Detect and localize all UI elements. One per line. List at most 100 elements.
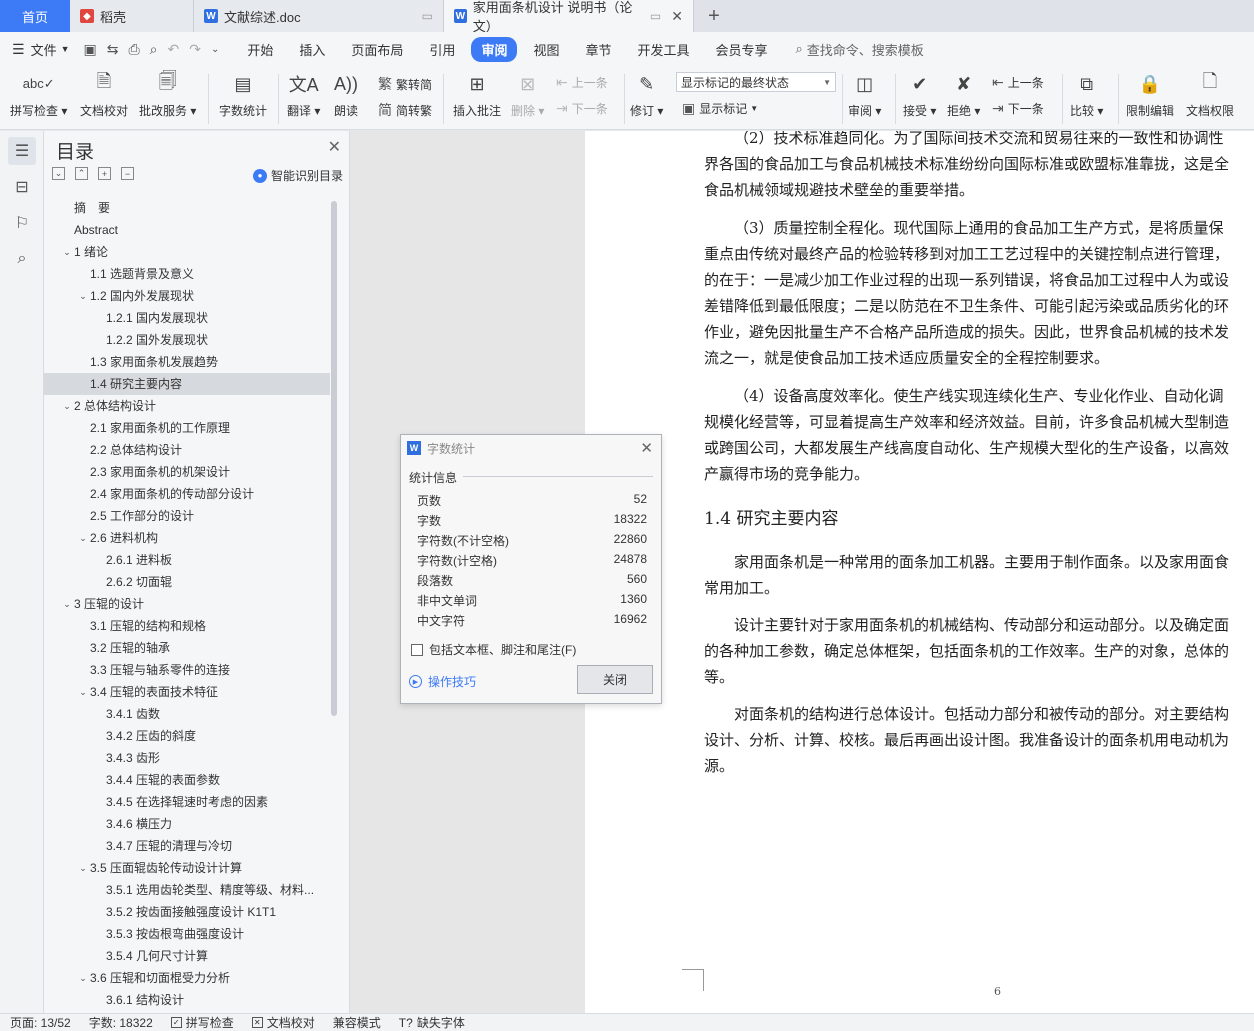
tab-doc-noodle[interactable]: W 家用面条机设计 说明书（论文） ▭ ✕ [444,0,694,34]
toc-item[interactable]: 3.2 压辊的轴承 [44,637,330,659]
close-button[interactable]: 关闭 [577,665,653,694]
chevron-down-icon[interactable]: ⌄ [60,593,74,615]
smart-toc-button[interactable]: ● 智能识别目录 [252,167,343,184]
toc-item[interactable]: 2.5 工作部分的设计 [44,505,330,527]
toc-item[interactable]: ⌄ 3.6 压辊和切面棍受力分析 [44,967,330,989]
search-icon[interactable]: ⌕ [8,245,36,273]
close-icon[interactable]: ✕ [640,439,653,457]
toc-item[interactable]: 2.4 家用面条机的传动部分设计 [44,483,330,505]
status-word-count[interactable]: 字数: 18322 [89,1014,153,1031]
toc-item[interactable]: ⌄ 2 总体结构设计 [44,395,330,417]
toc-scrollbar[interactable] [331,201,337,716]
toc-item[interactable]: 3.5.3 按齿根弯曲强度设计 [44,923,330,945]
toc-item[interactable]: 摘 要 [44,197,330,219]
tips-link[interactable]: ▶ 操作技巧 [409,673,476,690]
compare-button[interactable]: ⧉ 比较 ▾ [1070,70,1103,119]
track-changes-button[interactable]: ✎ 修订 ▾ [630,70,663,119]
toc-item[interactable]: 2.3 家用面条机的机架设计 [44,461,330,483]
file-menu[interactable]: ☰ 文件 ▼ [12,40,70,59]
toc-item[interactable]: 3.4.1 齿数 [44,703,330,725]
toc-item[interactable]: 3.3 压辊与轴系零件的连接 [44,659,330,681]
reject-button[interactable]: ✘ 拒绝 ▾ [947,70,980,119]
toc-item[interactable]: 1.3 家用面条机发展趋势 [44,351,330,373]
chevron-down-icon[interactable]: ⌄ [76,681,90,703]
toc-item[interactable]: 2.6.2 切面辊 [44,571,330,593]
print-icon[interactable]: ⎙ [128,41,139,58]
toc-item[interactable]: ⌄ 2.6 进料机构 [44,527,330,549]
next-comment-button[interactable]: ⇥ 下一条 [556,100,608,117]
bookmark-icon[interactable]: ⚐ [8,209,36,237]
review-pane-button[interactable]: ◫ 审阅 ▾ [848,70,881,119]
markup-mode-select[interactable]: 显示标记的最终状态 ▼ [676,72,836,92]
toc-item[interactable]: ⌄ 1.2 国内外发展现状 [44,285,330,307]
toc-item[interactable]: 1.2.1 国内发展现状 [44,307,330,329]
close-icon[interactable]: ✕ [328,137,341,157]
chevron-down-icon[interactable]: ⌄ [76,527,90,549]
pin-icon[interactable]: ▭ [650,9,661,23]
pin-icon[interactable]: ▭ [422,9,433,23]
toc-item[interactable]: 3.4.4 压辊的表面参数 [44,769,330,791]
toc-item[interactable]: ⌄ 1 绪论 [44,241,330,263]
doc-permission-button[interactable]: 🗋 文档权限 [1186,70,1234,119]
chevron-down-icon[interactable]: ⌄ [60,241,74,263]
toc-item[interactable]: 1.4 研究主要内容 [44,373,330,395]
toc-item[interactable]: 2.6.1 进料板 [44,549,330,571]
toc-pane-icon[interactable]: ☰ [8,137,36,165]
show-markup-button[interactable]: ▣ 显示标记 ▼ [682,100,758,117]
remove-heading-icon[interactable]: − [121,167,134,180]
redo-icon[interactable]: ↷ [189,41,201,58]
menu-section[interactable]: 章节 [575,37,621,62]
delete-comment-button[interactable]: ⊠ 删除 ▾ [511,70,544,119]
toc-item[interactable]: 2.2 总体结构设计 [44,439,330,461]
restrict-edit-button[interactable]: 🔒 限制编辑 [1126,70,1174,119]
translate-button[interactable]: 文A 翻译 ▾ [287,70,320,119]
toc-item[interactable]: 1.1 选题背景及意义 [44,263,330,285]
print-preview-icon[interactable]: ⌕ [150,41,158,58]
toc-item[interactable]: 3.5.1 选用齿轮类型、精度等级、材料... [44,879,330,901]
status-missing-font[interactable]: T? 缺失字体 [399,1014,465,1031]
menu-member[interactable]: 会员专享 [706,37,778,62]
export-icon[interactable]: ⇆ [107,41,119,58]
toc-item[interactable]: 1.2.2 国外发展现状 [44,329,330,351]
toc-item[interactable]: 3.1 压辊的结构和规格 [44,615,330,637]
menu-review[interactable]: 审阅 [471,36,518,62]
save-icon[interactable]: ▣ [84,41,97,58]
next-change-button[interactable]: ⇥ 下一条 [992,100,1044,117]
simp-to-trad-button[interactable]: 简 简转繁 [378,100,432,120]
doc-proof-button[interactable]: 🗎 文档校对 [80,70,128,119]
status-page[interactable]: 页面: 13/52 [10,1014,71,1031]
toc-item[interactable]: 3.5.2 按齿面接触强度设计 K1T1 [44,901,330,923]
toc-item[interactable]: 3.5.4 几何尺寸计算 [44,945,330,967]
spell-check-button[interactable]: abc✓ 拼写检查 ▾ [10,70,67,119]
toc-item[interactable]: ⌄ 3 压辊的设计 [44,593,330,615]
navigation-pane-icon[interactable]: ⊟ [8,173,36,201]
word-count-button[interactable]: ▤ 字数统计 [219,70,267,119]
chevron-down-icon[interactable]: ⌄ [60,395,74,417]
toc-item[interactable]: ⌄ 3.5 压面辊齿轮传动设计计算 [44,857,330,879]
menu-view[interactable]: 视图 [523,37,569,62]
batch-service-button[interactable]: 🗐 批改服务 ▾ [139,70,196,119]
toc-item[interactable]: 3.4.6 横压力 [44,813,330,835]
checkbox-box[interactable] [411,643,423,656]
include-textbox-checkbox[interactable]: 包括文本框、脚注和尾注(F) [411,641,576,658]
undo-icon[interactable]: ↶ [168,41,180,58]
tab-doc-literature[interactable]: W 文献综述.doc ▭ [194,0,444,32]
more-icon[interactable]: ⌄ [211,44,219,55]
toc-item[interactable]: 3.4.7 压辊的清理与冷切 [44,835,330,857]
command-search[interactable]: ⌕ 查找命令、搜索模板 [796,40,924,59]
menu-layout[interactable]: 页面布局 [341,37,413,62]
toc-item[interactable]: 3.4.3 齿形 [44,747,330,769]
dialog-title-bar[interactable]: W 字数统计 [401,435,661,461]
menu-insert[interactable]: 插入 [289,37,335,62]
tab-daoke[interactable]: ◆ 稻壳 [70,0,194,32]
menu-start[interactable]: 开始 [237,37,283,62]
collapse-all-icon[interactable]: ⌃ [75,167,88,180]
close-tab-icon[interactable]: ✕ [671,8,683,25]
chevron-down-icon[interactable]: ⌄ [76,857,90,879]
add-heading-icon[interactable]: + [98,167,111,180]
status-spell-check[interactable]: ✓ 拼写检查 [170,1014,234,1031]
menu-references[interactable]: 引用 [419,37,465,62]
prev-change-button[interactable]: ⇤ 上一条 [992,74,1044,91]
document-page[interactable]: （2）技术标准趋同化。为了国际间技术交流和贸易往来的一致性和协调性 界各国的食品… [585,131,1254,1013]
expand-all-icon[interactable]: ⌄ [52,167,65,180]
